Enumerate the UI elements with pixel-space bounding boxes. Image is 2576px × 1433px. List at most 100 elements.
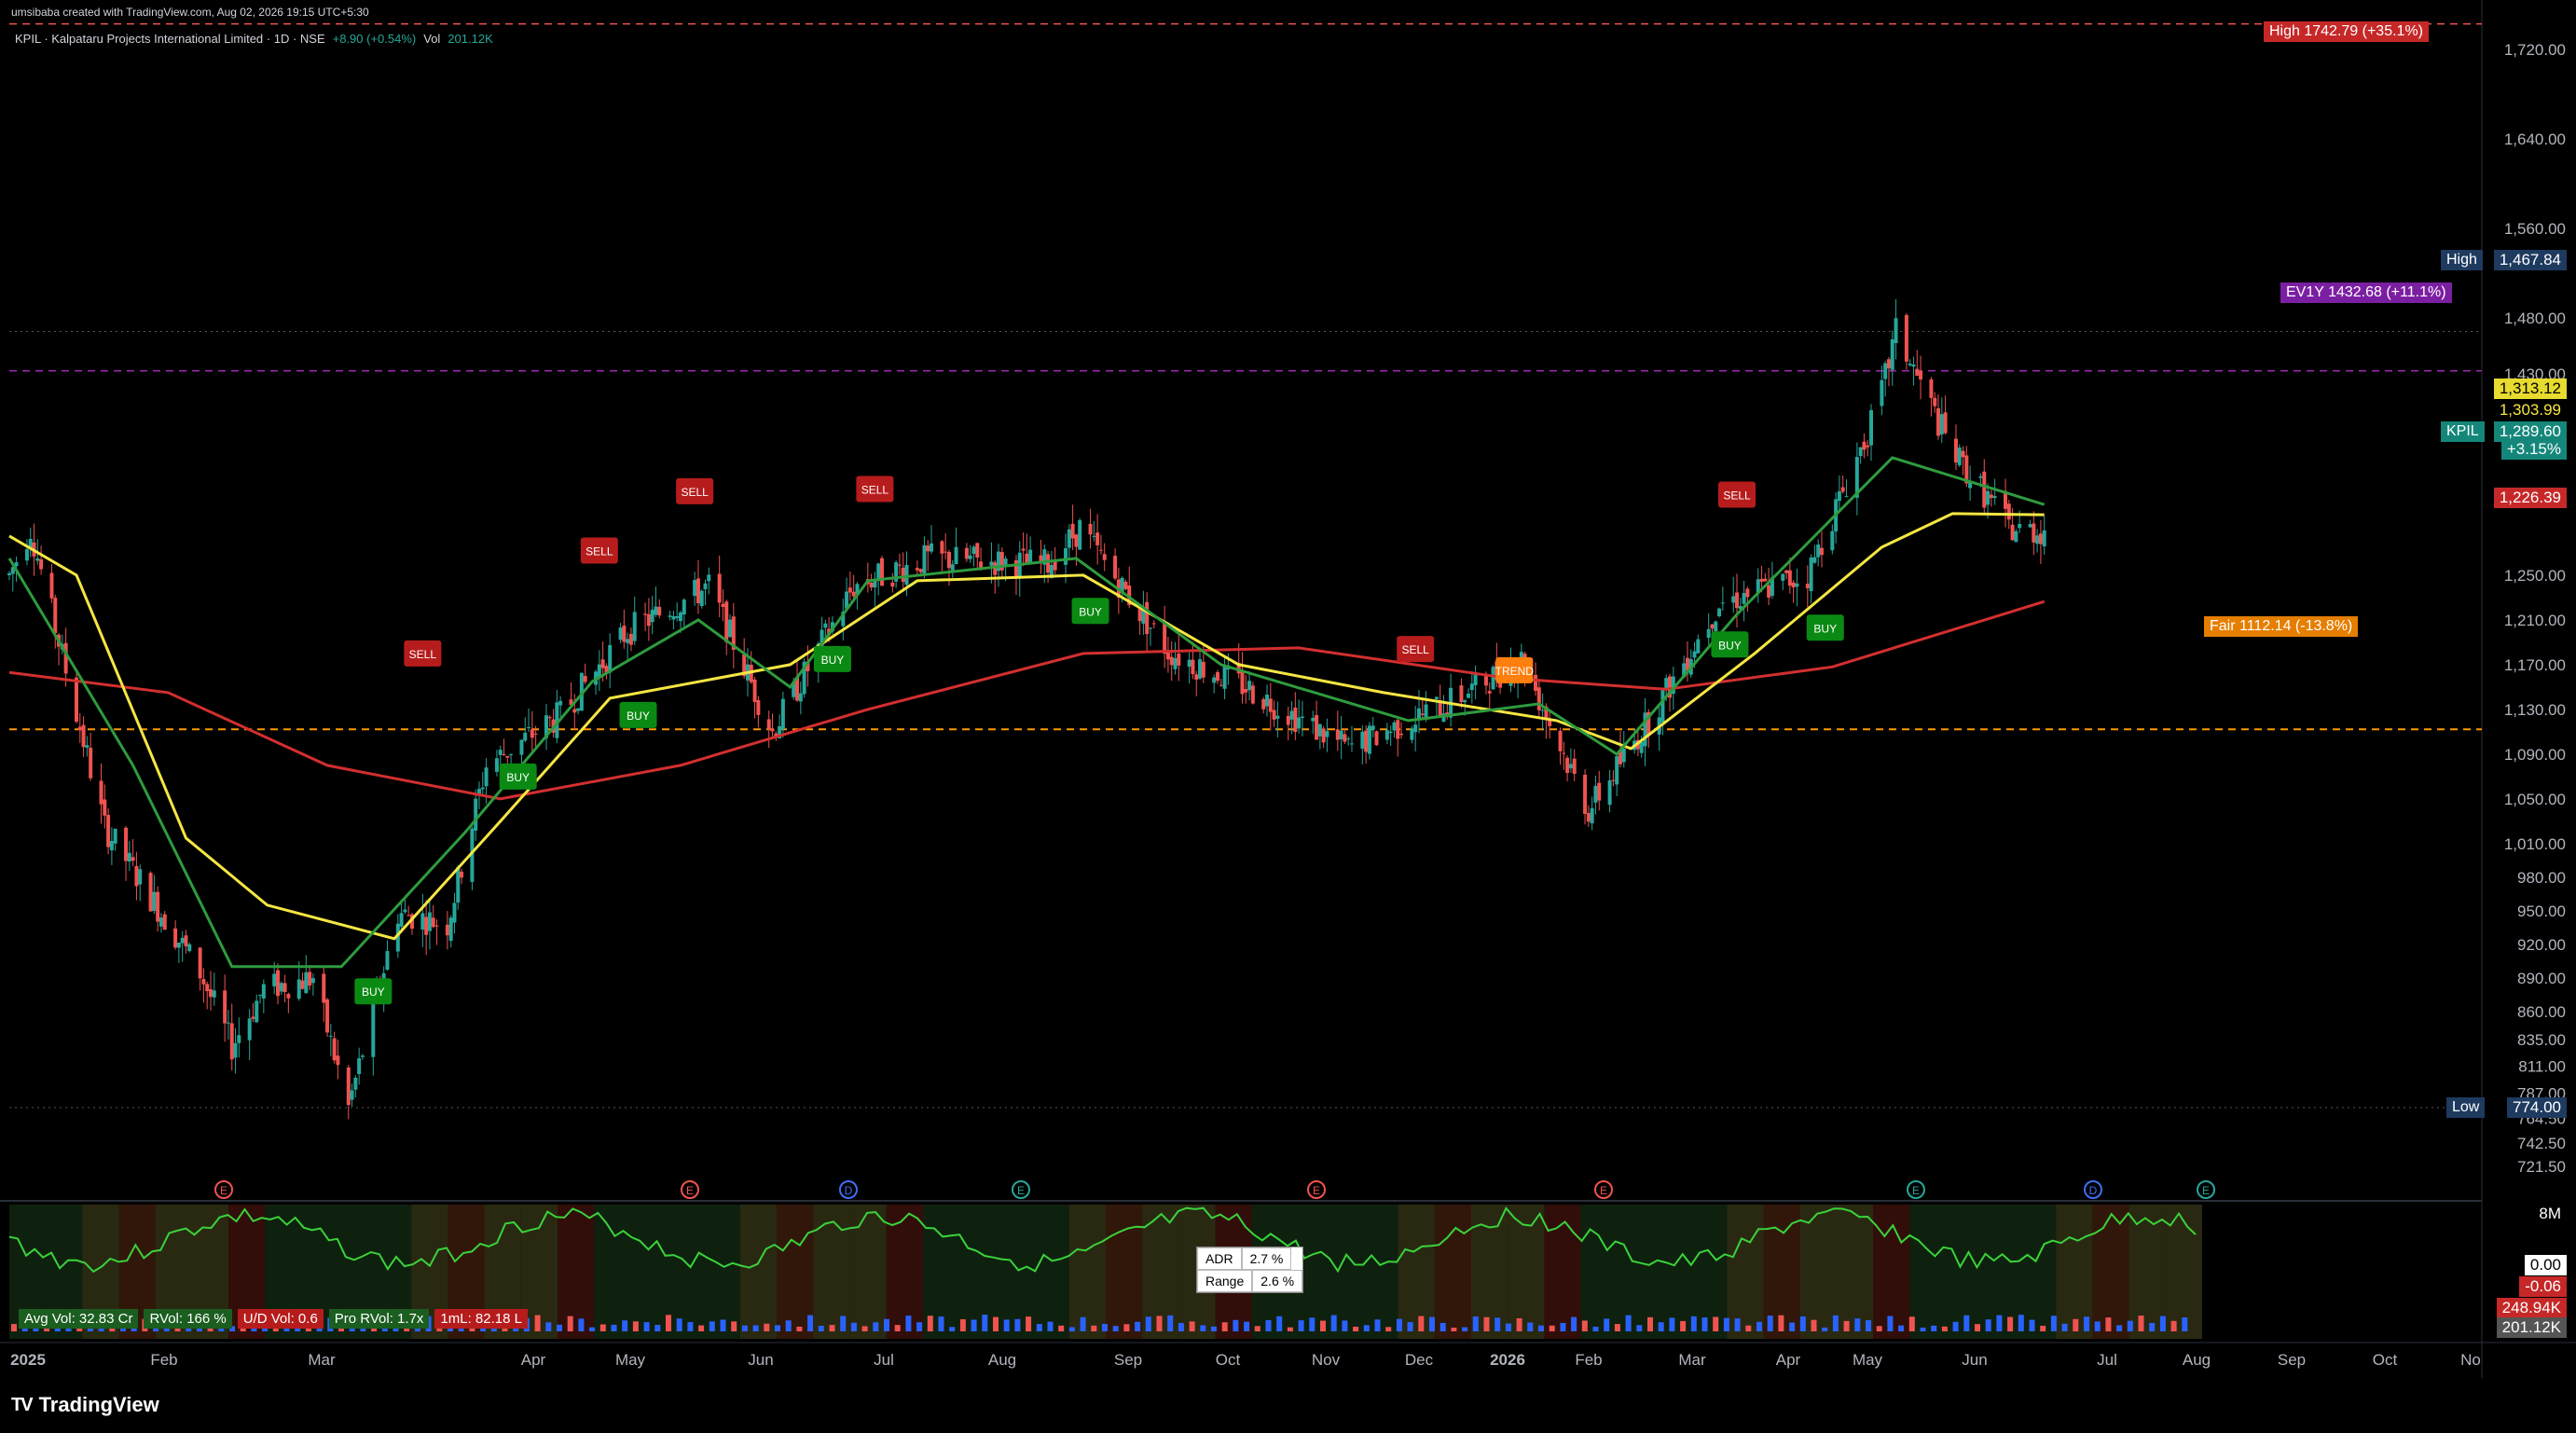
volume-bar — [1952, 1321, 1959, 1331]
volume-bar — [1625, 1315, 1632, 1331]
candle-body — [113, 828, 117, 844]
candle-body — [628, 633, 633, 645]
volume-bar — [2159, 1316, 2166, 1331]
volume-bar — [1931, 1325, 1937, 1331]
candle-body — [873, 581, 877, 588]
ticker-tag: KPIL — [2441, 421, 2485, 442]
time-axis-label: May — [1853, 1351, 1883, 1369]
event-marker-label: E — [2202, 1184, 2210, 1197]
volume-bar — [1068, 1327, 1075, 1331]
candle-body — [1791, 582, 1796, 587]
price-chart[interactable]: 1,720.001,640.001,560.001,480.001,430.00… — [0, 0, 2576, 1378]
candle-body — [971, 546, 976, 555]
candle-body — [322, 973, 326, 1003]
candle-body — [780, 698, 785, 730]
candle-body — [187, 944, 192, 952]
candle-body — [671, 615, 676, 620]
volume-bar — [971, 1319, 977, 1331]
candle-body — [547, 717, 552, 719]
candle-body — [2038, 533, 2043, 544]
volume-bar — [894, 1325, 901, 1331]
candle-body — [699, 590, 704, 607]
volume-band — [959, 1205, 997, 1339]
candle-body — [1840, 487, 1845, 492]
volume-bar — [741, 1325, 748, 1331]
volume-bar — [654, 1325, 661, 1331]
event-marker-label: E — [686, 1184, 694, 1197]
candle-body — [173, 928, 178, 948]
volume-bar — [1505, 1323, 1511, 1331]
candle-body — [275, 970, 280, 997]
volume-bar — [1276, 1316, 1283, 1331]
candle-body — [158, 917, 163, 927]
volume-bar — [2040, 1326, 2046, 1331]
candle-body — [901, 567, 905, 583]
candle-body — [1919, 370, 1923, 379]
volume-bar — [1330, 1315, 1337, 1331]
candle-body — [1346, 738, 1351, 740]
volume-band — [594, 1205, 631, 1339]
candle-body — [1064, 548, 1068, 565]
candle-body — [233, 1042, 238, 1058]
candle-body — [138, 869, 143, 885]
candle-body — [325, 999, 330, 1033]
candle-body — [1067, 529, 1071, 548]
candle-body — [89, 748, 93, 779]
range-value: 2.6 % — [1252, 1270, 1303, 1292]
tradingview-brand[interactable]: TV TradingView — [11, 1393, 159, 1417]
time-axis-label: Aug — [988, 1351, 1016, 1369]
candle-body — [2042, 530, 2046, 546]
price-tick-label: 980.00 — [2517, 869, 2566, 887]
tradingview-logo-icon: TV — [11, 1394, 34, 1415]
candle-body — [282, 983, 287, 993]
time-axis-label: Nov — [1312, 1351, 1341, 1369]
candle-body — [1590, 807, 1594, 824]
current-pct-tag: +3.15% — [2500, 439, 2567, 460]
candle-body — [632, 612, 637, 641]
lml: 1mL: 82.18 L — [434, 1309, 528, 1329]
event-marker-label: E — [1600, 1184, 1607, 1197]
volume-bar — [666, 1315, 671, 1331]
volume-bar — [534, 1315, 541, 1331]
candle-body — [53, 598, 58, 633]
volume-bar — [1091, 1325, 1097, 1331]
candle-body — [1092, 535, 1096, 537]
candle-body — [2018, 523, 2022, 529]
volume-bar — [1167, 1315, 1174, 1331]
candle-body — [1420, 713, 1425, 715]
candle-body — [85, 745, 90, 748]
volume-bar — [1123, 1324, 1130, 1331]
price-tick-label: 1,640.00 — [2504, 131, 2566, 148]
volume-bar — [1560, 1322, 1566, 1331]
candle-body — [1244, 689, 1248, 693]
candle-body — [1074, 534, 1079, 547]
volume-bar — [1353, 1327, 1359, 1331]
candle-body — [99, 780, 103, 805]
candle-body — [251, 1016, 255, 1019]
candle-body — [424, 916, 429, 935]
candle-body — [1862, 441, 1867, 450]
candle-body — [654, 606, 658, 615]
candle-body — [519, 739, 524, 755]
volume-bar — [1298, 1320, 1304, 1331]
volume-bar — [1985, 1319, 1991, 1331]
candle-body — [1240, 671, 1245, 695]
volume-bar — [850, 1322, 857, 1331]
volume-bar — [2105, 1317, 2112, 1331]
candle-body — [1565, 757, 1570, 774]
signal-buy-label: BUY — [1813, 622, 1837, 635]
volume-bar — [1102, 1324, 1108, 1331]
candle-body — [930, 543, 934, 552]
candle-body — [502, 753, 506, 755]
candle-body — [1717, 608, 1722, 616]
candle-body — [964, 547, 969, 559]
volume-bar — [1483, 1316, 1490, 1331]
candle-body — [509, 753, 514, 756]
candle-body — [445, 924, 449, 936]
volume-bar — [1908, 1316, 1915, 1331]
candle-body — [1268, 698, 1273, 712]
volume-bar — [1472, 1316, 1479, 1331]
candle-body — [1364, 730, 1369, 752]
candle-body — [1558, 730, 1563, 751]
volume-bar — [1374, 1319, 1381, 1331]
